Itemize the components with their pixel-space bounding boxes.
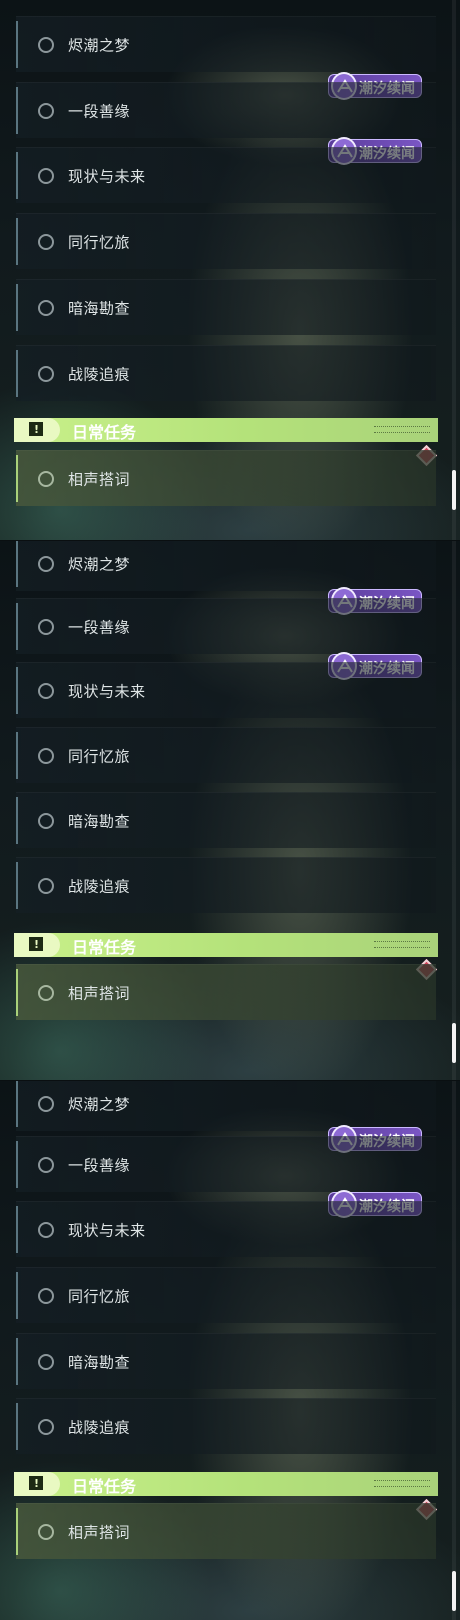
- quest-label: 暗海勘查: [68, 1353, 131, 1371]
- quest-label: 暗海勘查: [68, 812, 131, 830]
- quest-label: 现状与未来: [68, 1221, 146, 1239]
- quest-label: 一段善缘: [68, 102, 131, 120]
- daily-quest-row[interactable]: 相声搭词: [16, 964, 436, 1020]
- section-title: 日常任务: [72, 1477, 137, 1496]
- radio-icon: [38, 812, 54, 829]
- quest-panel-3: 烬潮之梦 潮汐续闻 一段善缘 潮汐续闻 现状与未来 同行忆旅 暗海勘查 战陵追: [0, 1080, 460, 1620]
- radio-icon: [38, 877, 54, 894]
- quest-label: 暗海勘查: [68, 299, 131, 317]
- radio-icon: [38, 1353, 54, 1370]
- quest-row-jinchao[interactable]: 烬潮之梦: [16, 541, 436, 591]
- quest-label: 烬潮之梦: [68, 1095, 131, 1113]
- quest-label: 一段善缘: [68, 1156, 131, 1174]
- quest-row-xianzhuang[interactable]: 现状与未来: [16, 662, 436, 718]
- radio-icon: [38, 747, 54, 764]
- decorative-lines: [374, 941, 430, 948]
- radio-icon: [38, 1156, 54, 1173]
- quest-row-jinchao[interactable]: 烬潮之梦: [16, 16, 436, 72]
- scrollbar-thumb[interactable]: [452, 1023, 456, 1063]
- daily-section-header: ! 日常任务: [14, 1472, 438, 1496]
- radio-icon: [38, 1221, 54, 1238]
- radio-icon: [38, 365, 54, 382]
- radio-icon: [38, 167, 54, 184]
- quest-label: 相声搭词: [68, 470, 131, 488]
- quest-label: 一段善缘: [68, 618, 131, 636]
- quest-row-anhai[interactable]: 暗海勘查: [16, 792, 436, 848]
- quest-row-tongxing[interactable]: 同行忆旅: [16, 213, 436, 269]
- quest-label: 战陵追痕: [68, 877, 131, 895]
- quest-label: 烬潮之梦: [68, 555, 131, 573]
- quest-row-tongxing[interactable]: 同行忆旅: [16, 727, 436, 783]
- scrollbar-track[interactable]: [452, 1081, 456, 1620]
- quest-row-yiduan[interactable]: 一段善缘: [16, 82, 436, 138]
- daily-quest-row[interactable]: 相声搭词: [16, 1503, 436, 1559]
- daily-section-header: ! 日常任务: [14, 933, 438, 957]
- exclamation-icon: !: [14, 933, 60, 957]
- quest-row-zhanling[interactable]: 战陵追痕: [16, 345, 436, 401]
- radio-icon: [38, 299, 54, 316]
- daily-section-header: ! 日常任务: [14, 418, 438, 442]
- quest-row-xianzhuang[interactable]: 现状与未来: [16, 147, 436, 203]
- radio-icon: [38, 1287, 54, 1304]
- quest-label: 现状与未来: [68, 682, 146, 700]
- radio-icon: [38, 233, 54, 250]
- section-title: 日常任务: [72, 423, 137, 442]
- quest-row-yiduan[interactable]: 一段善缘: [16, 598, 436, 654]
- quest-row-zhanling[interactable]: 战陵追痕: [16, 857, 436, 913]
- exclamation-icon: !: [14, 1472, 60, 1496]
- quest-row-xianzhuang[interactable]: 现状与未来: [16, 1201, 436, 1257]
- quest-label: 相声搭词: [68, 984, 131, 1002]
- quest-row-jinchao[interactable]: 烬潮之梦: [16, 1081, 436, 1131]
- quest-label: 烬潮之梦: [68, 36, 131, 54]
- quest-panel-2: 烬潮之梦 潮汐续闻 一段善缘 潮汐续闻 现状与未来 同行忆旅 暗海勘查 战陵追: [0, 540, 460, 1080]
- quest-row-yiduan[interactable]: 一段善缘: [16, 1136, 436, 1192]
- radio-icon: [38, 1095, 54, 1112]
- scrollbar-track[interactable]: [452, 0, 456, 540]
- radio-icon: [38, 1418, 54, 1435]
- radio-icon: [38, 984, 54, 1001]
- screen: 烬潮之梦 潮汐续闻 一段善缘 潮汐续闻 现状与未来 同行忆旅 暗海勘查 战陵追: [0, 0, 460, 1620]
- exclamation-icon: !: [14, 418, 60, 442]
- radio-icon: [38, 618, 54, 635]
- radio-icon: [38, 36, 54, 53]
- decorative-lines: [374, 1480, 430, 1487]
- section-title: 日常任务: [72, 938, 137, 957]
- quest-label: 同行忆旅: [68, 233, 131, 251]
- quest-panel-1: 烬潮之梦 潮汐续闻 一段善缘 潮汐续闻 现状与未来 同行忆旅 暗海勘查 战陵追: [0, 0, 460, 540]
- radio-icon: [38, 555, 54, 572]
- quest-label: 同行忆旅: [68, 747, 131, 765]
- radio-icon: [38, 1523, 54, 1540]
- quest-row-anhai[interactable]: 暗海勘查: [16, 279, 436, 335]
- quest-label: 相声搭词: [68, 1523, 131, 1541]
- quest-row-zhanling[interactable]: 战陵追痕: [16, 1398, 436, 1454]
- decorative-lines: [374, 426, 430, 433]
- radio-icon: [38, 682, 54, 699]
- quest-row-tongxing[interactable]: 同行忆旅: [16, 1267, 436, 1323]
- quest-row-anhai[interactable]: 暗海勘查: [16, 1333, 436, 1389]
- scrollbar-thumb[interactable]: [452, 470, 456, 510]
- radio-icon: [38, 470, 54, 487]
- radio-icon: [38, 102, 54, 119]
- quest-label: 战陵追痕: [68, 1418, 131, 1436]
- daily-quest-row[interactable]: 相声搭词: [16, 450, 436, 506]
- quest-label: 现状与未来: [68, 167, 146, 185]
- quest-label: 同行忆旅: [68, 1287, 131, 1305]
- quest-label: 战陵追痕: [68, 365, 131, 383]
- scrollbar-thumb[interactable]: [452, 1571, 456, 1611]
- scrollbar-track[interactable]: [452, 541, 456, 1080]
